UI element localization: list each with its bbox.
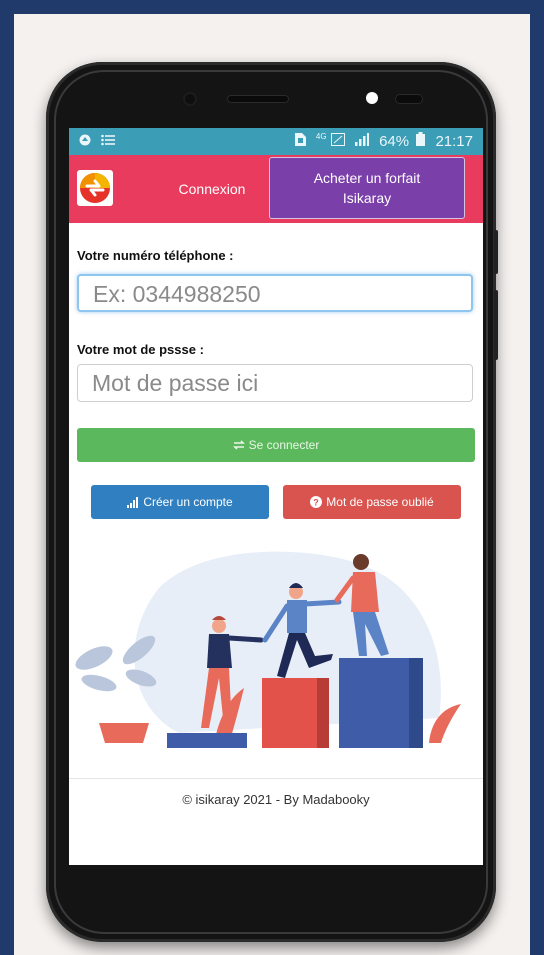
isikaray-logo[interactable] [77,170,113,206]
power-button [494,290,498,360]
nav-connexion[interactable]: Connexion [155,155,269,223]
top-navbar: Connexion Acheter un forfait Isikaray [69,155,483,223]
phone-screen: 4G 64% 21:17 Connexion Acheter un forfai… [69,128,483,865]
forgot-password-button[interactable]: ? Mot de passe oublié [283,485,461,519]
connect-label: Se connecter [248,438,320,452]
exchange-icon [232,440,245,450]
nav-acheter-forfait[interactable]: Acheter un forfait Isikaray [269,157,465,219]
password-label: Votre mot de pssse : [77,342,204,357]
connect-button[interactable]: Se connecter [77,428,475,462]
signal-icon [354,133,369,150]
phone-input[interactable]: Ex: 0344988250 [77,274,473,312]
svg-text:?: ? [314,498,320,508]
password-input[interactable]: Mot de passe ici [77,364,473,402]
forgot-password-label: Mot de passe oublié [326,495,434,509]
create-account-button[interactable]: Créer un compte [91,485,269,519]
footer-copyright: © isikaray 2021 - By Madabooky [182,792,370,807]
logo-icon [80,173,110,203]
clock: 21:17 [435,133,473,150]
teamwork-illustration [75,551,461,748]
footer-divider [69,778,483,779]
network-type: 4G [315,132,327,141]
status-bar: 4G 64% 21:17 [69,128,483,155]
nav-acheter-line2: Isikaray [342,190,392,206]
volume-button [494,230,498,274]
menu-lines-icon [101,133,115,149]
sim-icon [294,133,306,150]
phone-label: Votre numéro téléphone : [77,248,234,263]
nav-acheter-line1: Acheter un forfait [313,170,421,186]
earpiece-speaker [228,96,288,102]
signal-bars-icon [127,496,139,508]
app-icon [79,133,91,149]
notification-light [366,92,378,104]
battery-icon [416,132,426,150]
create-account-label: Créer un compte [143,495,233,509]
question-circle-icon: ? [310,496,323,508]
proximity-sensor [396,95,422,103]
data-icon [330,133,345,150]
front-camera [185,94,195,104]
battery-percent: 64% [379,133,410,150]
